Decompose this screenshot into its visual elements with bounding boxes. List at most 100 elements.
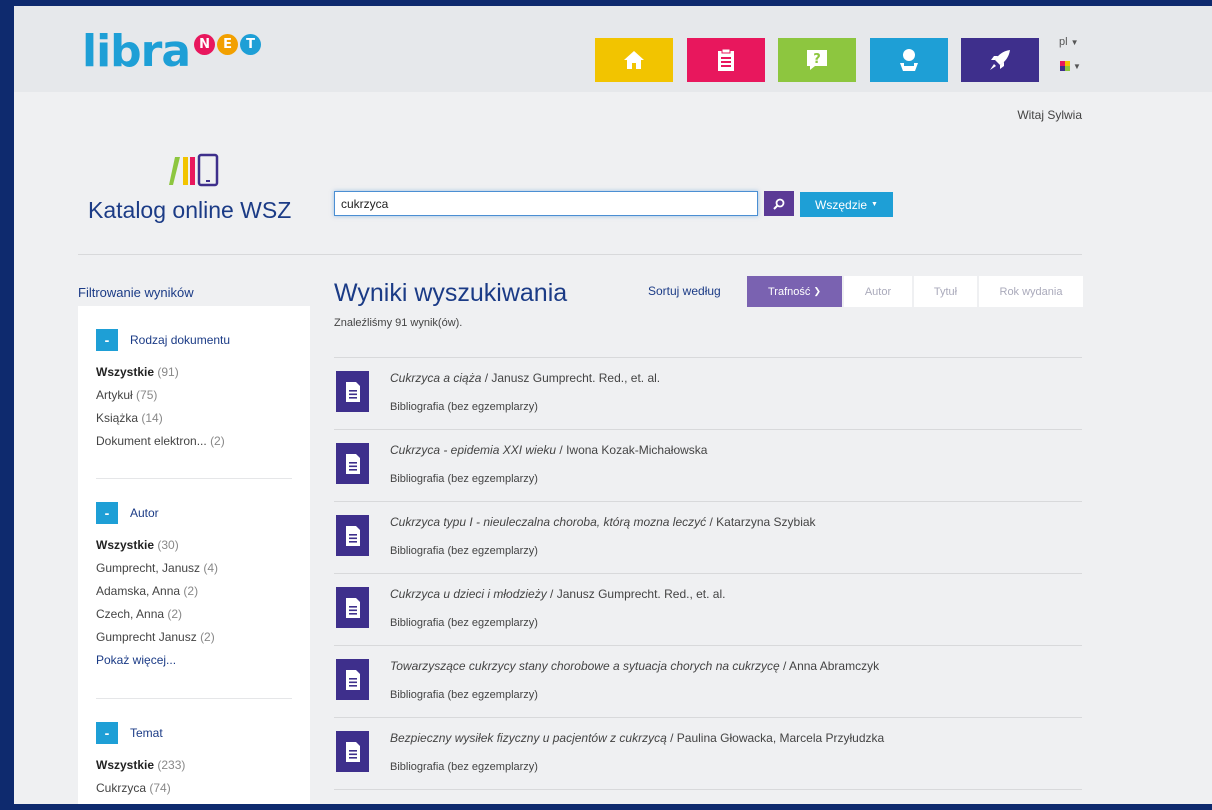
- sort-title-button[interactable]: Tytuł: [914, 276, 977, 307]
- result-title[interactable]: Bezpieczny wysiłek fizyczny u pacjentów …: [390, 731, 884, 745]
- question-icon: ?: [807, 50, 827, 70]
- result-author: / Janusz Gumprecht. Red., et. al.: [481, 371, 661, 385]
- facet-label: Książka: [96, 411, 139, 425]
- catalog-books-icon: [169, 153, 219, 187]
- result-title[interactable]: Cukrzyca a ciąża / Janusz Gumprecht. Red…: [390, 371, 660, 385]
- sort-label-text: Autor: [864, 285, 892, 298]
- nav-help-button[interactable]: ?: [778, 38, 856, 82]
- result-item: Towarzyszące cukrzycy stany chorobowe a …: [334, 646, 1082, 718]
- libranet-logo[interactable]: libra N E T: [82, 26, 262, 78]
- facet-count: (14): [141, 411, 163, 425]
- sort-label: Sortuj według: [648, 284, 721, 298]
- result-item: Cukrzyca typu I - nieuleczalna choroba, …: [334, 502, 1082, 574]
- result-author: / Anna Abramczyk: [779, 659, 880, 673]
- language-label: pl: [1059, 36, 1068, 48]
- result-item: Cukrzyca u dzieci i młodzieży / Janusz G…: [334, 574, 1082, 646]
- result-item: Cukrzyca - epidemia XXI wieku / Iwona Ko…: [334, 430, 1082, 502]
- result-title-text: Cukrzyca u dzieci i młodzieży: [390, 587, 547, 601]
- result-type: Bibliografia (bez egzemplarzy): [390, 617, 538, 629]
- collapse-toggle[interactable]: -: [96, 502, 118, 524]
- facet-item[interactable]: Wszystkie (30): [96, 534, 292, 557]
- search-input[interactable]: [334, 191, 758, 216]
- nav-rocket-button[interactable]: [961, 38, 1039, 82]
- divider: [96, 478, 292, 479]
- filter-group-document-type: - Rodzaj dokumentu Wszystkie (91) Artyku…: [96, 329, 292, 453]
- result-author: / Paulina Głowacka, Marcela Przyłudzka: [666, 731, 885, 745]
- collapse-toggle[interactable]: -: [96, 722, 118, 744]
- facet-item[interactable]: Wszystkie (91): [96, 361, 292, 384]
- search-icon: [773, 198, 785, 210]
- facet-item[interactable]: Wszystkie (233): [96, 754, 292, 777]
- show-more-link[interactable]: Pokaż więcej...: [96, 649, 292, 672]
- sort-label-text: Trafność: [768, 285, 811, 298]
- facet-label: Wszystkie: [96, 758, 155, 772]
- filter-group-author: - Autor Wszystkie (30) Gumprecht, Janusz…: [96, 502, 292, 672]
- nav-clipboard-button[interactable]: [687, 38, 765, 82]
- chevron-down-icon[interactable]: ▼: [1073, 62, 1081, 71]
- document-icon: [336, 731, 369, 772]
- document-icon: [336, 371, 369, 412]
- document-icon: [336, 587, 369, 628]
- search-scope-dropdown[interactable]: Wszędzie ▼: [800, 192, 893, 217]
- nav-home-button[interactable]: [595, 38, 673, 82]
- document-icon: [336, 659, 369, 700]
- facet-label: Wszystkie: [96, 365, 155, 379]
- result-type: Bibliografia (bez egzemplarzy): [390, 761, 538, 773]
- facet-item[interactable]: Adamska, Anna (2): [96, 580, 292, 603]
- filter-heading: Filtrowanie wyników: [78, 285, 194, 300]
- results-title: Wyniki wyszukiwania: [334, 279, 568, 307]
- result-title[interactable]: Cukrzyca - epidemia XXI wieku / Iwona Ko…: [390, 443, 707, 457]
- chevron-down-icon: ▼: [1070, 38, 1079, 47]
- facet-count: (4): [203, 561, 219, 575]
- logo-net-letter: E: [217, 34, 239, 55]
- color-theme-icon[interactable]: [1060, 61, 1070, 71]
- facet-label: Gumprecht Janusz: [96, 630, 197, 644]
- nav-user-button[interactable]: [870, 38, 948, 82]
- facet-count: (91): [157, 365, 179, 379]
- sort-options: Trafność ❯ Autor Tytuł Rok wydania: [747, 276, 1083, 307]
- document-icon: [336, 443, 369, 484]
- facet-item[interactable]: Gumprecht, Janusz (4): [96, 557, 292, 580]
- sort-label-text: Tytuł: [933, 285, 958, 298]
- facet-label: Artykuł: [96, 388, 133, 402]
- logo-net-letter: N: [194, 34, 216, 55]
- facet-item[interactable]: Dokument elektron... (2): [96, 430, 292, 453]
- facet-label: Gumprecht, Janusz: [96, 561, 201, 575]
- sort-relevance-button[interactable]: Trafność ❯: [747, 276, 842, 307]
- result-title[interactable]: Cukrzyca u dzieci i młodzieży / Janusz G…: [390, 587, 725, 601]
- result-title-text: Cukrzyca - epidemia XXI wieku: [390, 443, 557, 457]
- result-title-text: Cukrzyca typu I - nieuleczalna choroba, …: [390, 515, 707, 529]
- result-type: Bibliografia (bez egzemplarzy): [390, 401, 538, 413]
- facet-count: (2): [167, 607, 183, 621]
- result-author: / Katarzyna Szybiak: [706, 515, 816, 529]
- result-title-text: Cukrzyca a ciąża: [390, 371, 482, 385]
- facet-item[interactable]: Cukrzyca (74): [96, 777, 292, 800]
- search-button[interactable]: [764, 191, 794, 216]
- sort-author-button[interactable]: Autor: [844, 276, 912, 307]
- logo-net: N E T: [194, 34, 262, 55]
- result-title-text: Bezpieczny wysiłek fizyczny u pacjentów …: [390, 731, 667, 745]
- rocket-icon: [990, 50, 1010, 70]
- clipboard-icon: [718, 48, 734, 71]
- facet-count: (2): [210, 434, 225, 448]
- facet-count: (30): [157, 538, 179, 552]
- divider: [78, 254, 1082, 255]
- facet-item[interactable]: Gumprecht Janusz (2): [96, 626, 292, 649]
- result-title[interactable]: Cukrzyca typu I - nieuleczalna choroba, …: [390, 515, 816, 529]
- results-count: Znaleźliśmy 91 wynik(ów).: [334, 317, 463, 329]
- collapse-toggle[interactable]: -: [96, 329, 118, 351]
- result-title-text: Towarzyszące cukrzycy stany chorobowe a …: [390, 659, 780, 673]
- facet-item[interactable]: Książka (14): [96, 407, 292, 430]
- chevron-down-icon: ❯: [813, 286, 821, 296]
- facet-count: (233): [157, 758, 186, 772]
- facet-item[interactable]: Czech, Anna (2): [96, 603, 292, 626]
- facet-label: Dokument elektron...: [96, 434, 207, 448]
- facet-label: Wszystkie: [96, 538, 155, 552]
- sort-label-text: Rok wydania: [999, 285, 1063, 298]
- logo-text: libra: [82, 26, 191, 77]
- result-title[interactable]: Towarzyszące cukrzycy stany chorobowe a …: [390, 659, 879, 673]
- facet-item[interactable]: Artykuł (75): [96, 384, 292, 407]
- chevron-down-icon: ▼: [871, 201, 878, 208]
- language-selector[interactable]: pl ▼: [1059, 36, 1079, 48]
- sort-year-button[interactable]: Rok wydania: [979, 276, 1083, 307]
